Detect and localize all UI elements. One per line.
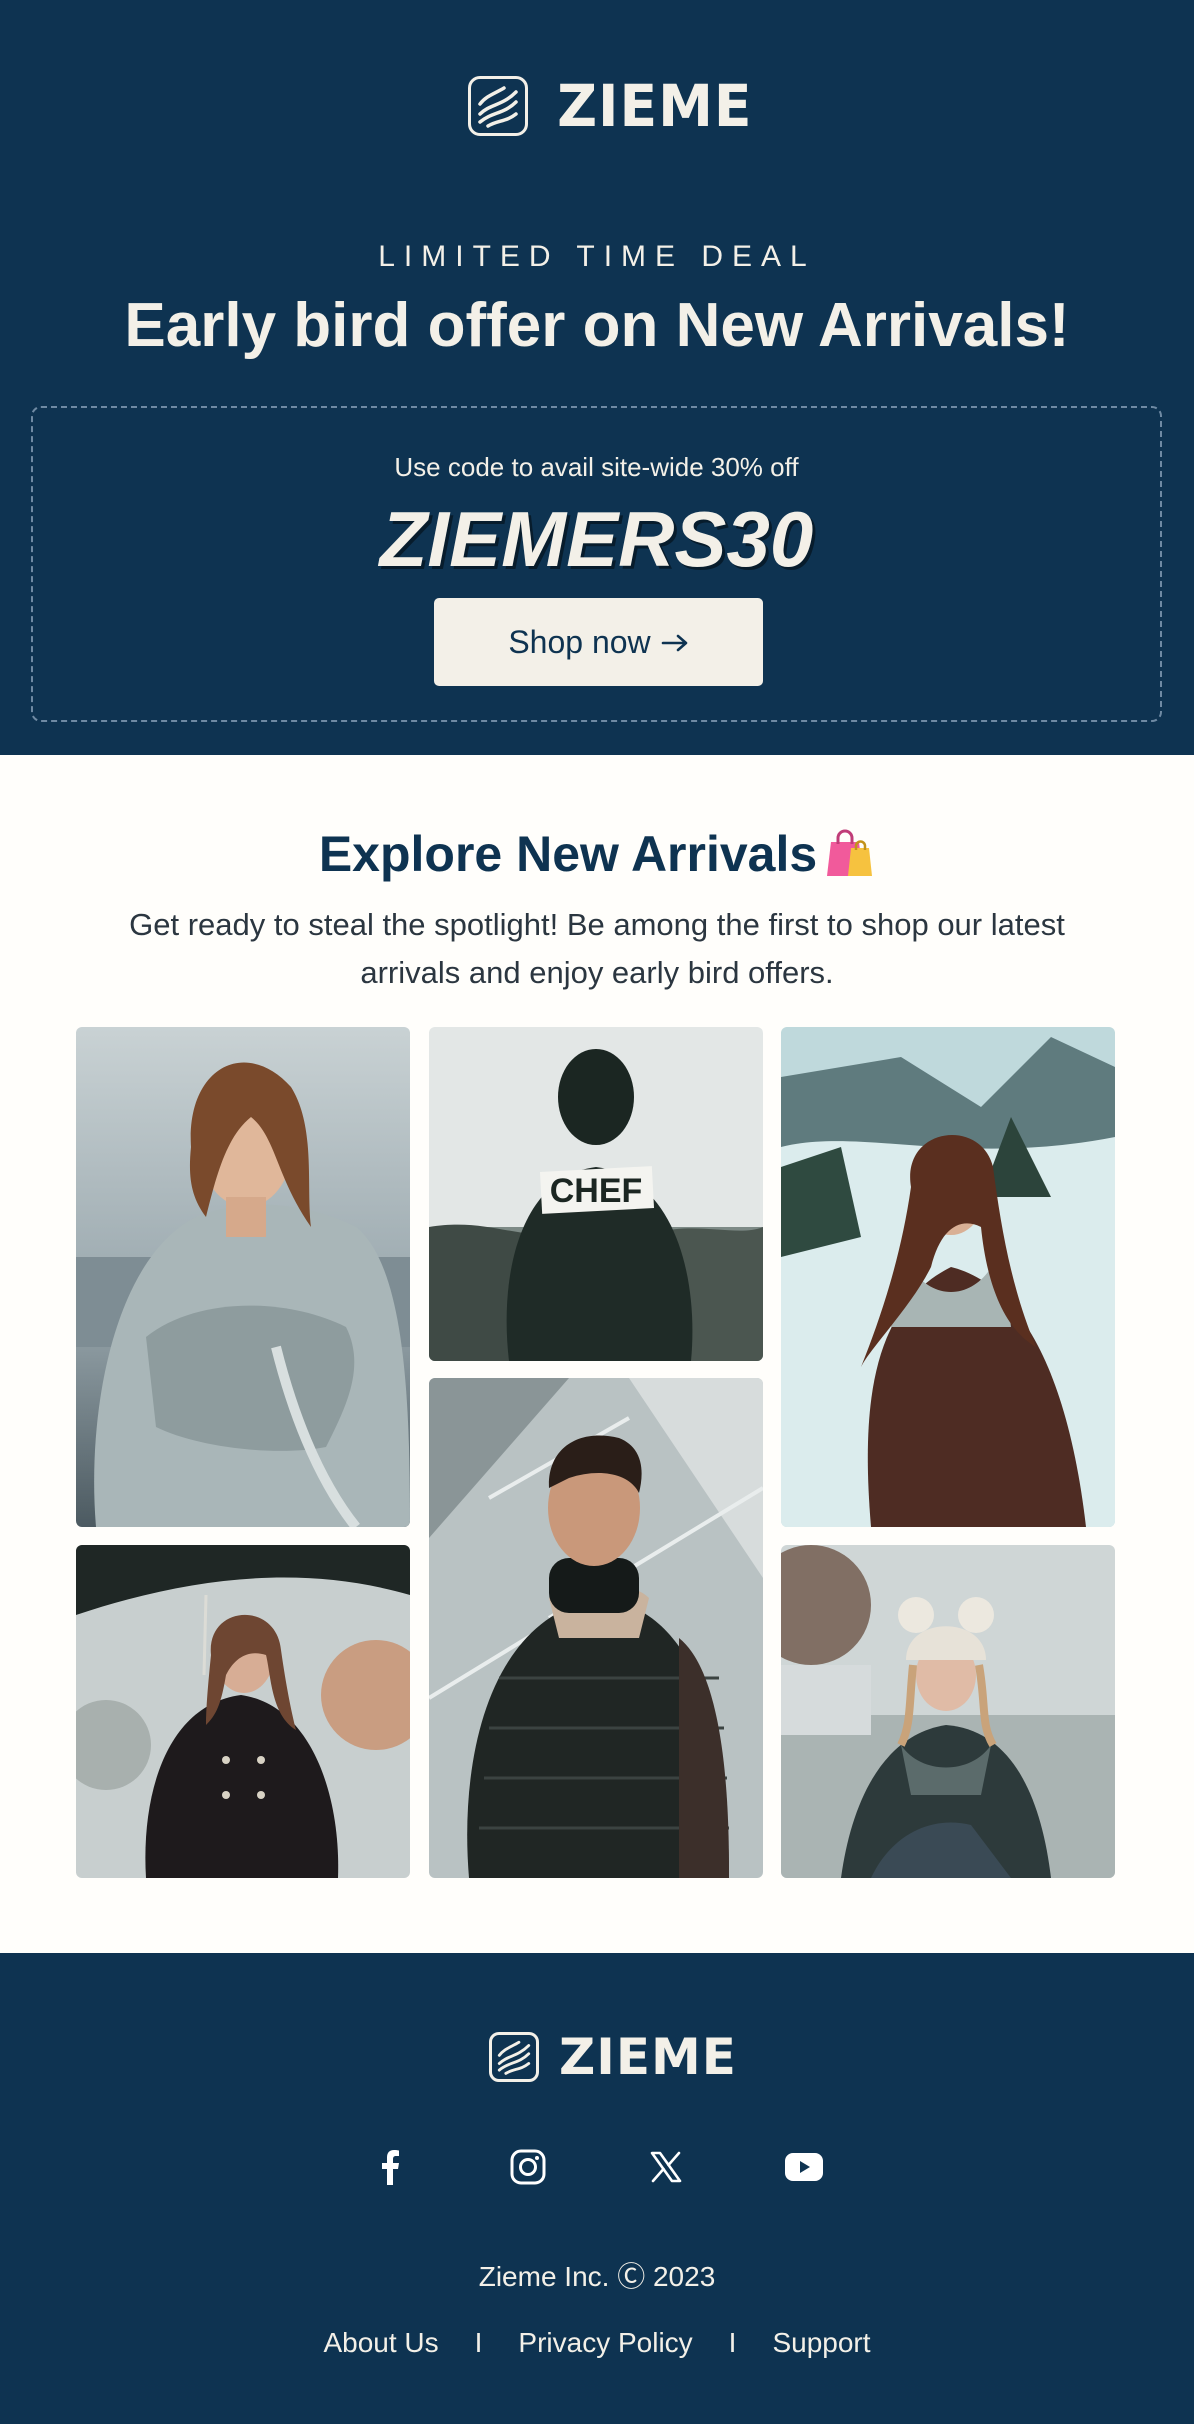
explore-title-text: Explore New Arrivals: [318, 826, 818, 882]
woman-umbrella-black-coat-photo[interactable]: [76, 1545, 410, 1878]
deal-eyebrow: LIMITED TIME DEAL: [378, 240, 816, 273]
explore-title: Explore New Arrivals: [0, 825, 1194, 890]
footer-links: About Us I Privacy Policy I Support: [0, 2327, 1194, 2359]
x-icon[interactable]: [647, 2148, 685, 2186]
woman-grey-puffer-photo[interactable]: [76, 1027, 410, 1527]
link-separator: I: [474, 2327, 483, 2358]
hero-section: ZIEME LIMITED TIME DEAL Early bird offer…: [0, 0, 1194, 755]
shop-now-label: Shop now: [508, 623, 651, 660]
explore-section: Explore New Arrivals Get ready to steal …: [0, 755, 1194, 1953]
logo-mark-icon: [468, 76, 528, 136]
instagram-icon[interactable]: [509, 2148, 547, 2186]
footer-section: ZIEME Zieme Inc. Ⓒ 2023 About Us I Priva…: [0, 1953, 1194, 2424]
man-chef-hoodie-photo[interactable]: CHEF: [429, 1027, 763, 1361]
footer-logo-wordmark: ZIEME: [559, 2028, 737, 2086]
woman-pompom-hat-photo[interactable]: [781, 1545, 1115, 1878]
link-separator: I: [728, 2327, 737, 2358]
copyright-text: Zieme Inc. Ⓒ 2023: [478, 2261, 716, 2292]
shopping-bags-icon: [821, 826, 875, 890]
support-link[interactable]: Support: [772, 2327, 870, 2359]
youtube-icon[interactable]: [785, 2148, 823, 2186]
logo-wordmark: ZIEME: [557, 72, 753, 140]
woman-brown-coat-snow-photo[interactable]: [781, 1027, 1115, 1527]
chef-hoodie-text: CHEF: [550, 1172, 643, 1210]
coupon-note: Use code to avail site-wide 30% off: [394, 452, 799, 482]
privacy-policy-link[interactable]: Privacy Policy: [518, 2327, 692, 2359]
arrow-right-icon: [661, 624, 689, 661]
about-us-link[interactable]: About Us: [323, 2327, 438, 2359]
footer-brand-logo[interactable]: ZIEME: [489, 2028, 737, 2086]
explore-description: Get ready to steal the spotlight! Be amo…: [129, 907, 1065, 990]
shop-now-button[interactable]: Shop now: [434, 598, 763, 686]
coupon-code[interactable]: ZIEMERS30: [33, 494, 1160, 585]
hero-headline: Early bird offer on New Arrivals!: [124, 291, 1070, 360]
facebook-icon[interactable]: [371, 2148, 409, 2186]
man-black-puffer-photo[interactable]: [429, 1378, 763, 1878]
brand-logo[interactable]: ZIEME: [468, 72, 758, 140]
coupon-box: Use code to avail site-wide 30% off ZIEM…: [31, 406, 1162, 722]
social-links: [0, 2148, 1194, 2186]
logo-mark-icon: [489, 2032, 539, 2082]
